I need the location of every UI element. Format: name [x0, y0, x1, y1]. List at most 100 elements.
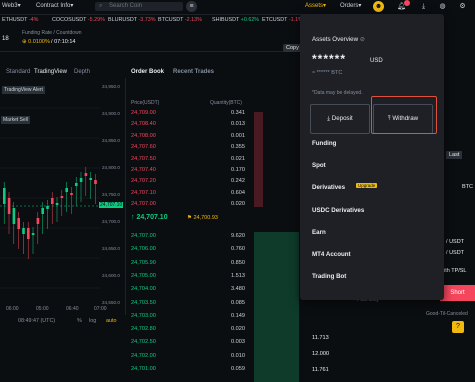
tab-standard[interactable]: Standard — [6, 69, 30, 75]
notification-badge — [404, 0, 410, 6]
percent-toggle[interactable]: % — [77, 318, 82, 324]
contract-info-menu[interactable]: Contract Info▾ — [36, 2, 73, 9]
candle-body — [17, 218, 20, 229]
settings-icon[interactable]: ⚙ — [457, 1, 468, 12]
bid-price: 24,707.00 — [131, 233, 156, 239]
menu-earn[interactable]: Earn — [312, 229, 326, 236]
menu-derivatives[interactable]: Derivatives — [312, 184, 345, 191]
bid-row[interactable]: 24,701.00 0.059 — [127, 365, 249, 374]
candle-body — [89, 178, 92, 180]
bid-price: 24,702.00 — [131, 352, 156, 359]
globe-icon[interactable]: ◍ — [437, 1, 448, 12]
bid-qty: 0.760 — [231, 246, 245, 253]
ask-row[interactable]: 24,707.40 0.170 — [127, 166, 249, 175]
ask-qty: 0.013 — [231, 121, 245, 128]
ticker-item[interactable]: ETCUSDT -1.1% — [262, 17, 303, 23]
trade-value: 11.761 — [312, 367, 329, 373]
bid-depth-bar — [254, 232, 299, 382]
help-icon[interactable]: ? — [452, 321, 464, 333]
assets-overview-panel: Assets Overview ⊘ ****** USD ≈ ****** BT… — [300, 14, 444, 300]
tp-field[interactable]: / USDT — [446, 239, 464, 245]
auto-toggle[interactable]: auto — [106, 318, 117, 324]
ticker-item[interactable]: BLURUSDT -3.73% — [108, 17, 156, 23]
time-in-force[interactable]: Good-Til-Canceled — [426, 311, 468, 317]
announcement-icon[interactable]: ≡ — [186, 1, 197, 12]
log-toggle[interactable]: log — [89, 318, 96, 324]
orders-menu[interactable]: Orders▾ — [340, 2, 361, 9]
ask-row[interactable]: 24,708.00 0.001 — [127, 132, 249, 141]
bid-row[interactable]: 24,707.00 9.620 — [127, 232, 249, 241]
candle-body — [46, 206, 49, 209]
menu-funding[interactable]: Funding — [312, 140, 336, 147]
bid-row[interactable]: 24,706.00 0.760 — [127, 245, 249, 254]
ticker-item[interactable]: COCOSUSDT -5.29% — [52, 17, 105, 23]
bid-qty: 0.010 — [231, 352, 245, 359]
order-book: Order Book Recent Trades Price(USDT) Qua… — [127, 67, 250, 372]
bid-row[interactable]: 24,705.90 0.850 — [127, 259, 249, 268]
price-tick: 24,800.0 — [102, 165, 120, 170]
ask-row[interactable]: 24,707.60 0.355 — [127, 143, 249, 152]
menu-usdc-derivatives[interactable]: USDC Derivatives — [312, 207, 364, 214]
bid-row[interactable]: 24,703.00 0.149 — [127, 312, 249, 321]
bid-row[interactable]: 24,702.80 0.020 — [127, 325, 249, 334]
ask-row[interactable]: 24,709.00 0.341 — [127, 109, 249, 118]
bid-qty: 0.850 — [231, 259, 245, 266]
chart-area[interactable]: TradingView Alert Market Sell 24,950.0 24… — [0, 78, 126, 318]
ask-price: 24,707.10 — [131, 189, 156, 196]
bid-row[interactable]: 24,703.50 0.085 — [127, 299, 249, 308]
ticker-item[interactable]: ETHUSDT -4% — [2, 17, 38, 23]
search-input[interactable]: ⌕ Search Coin — [95, 2, 183, 11]
sl-field[interactable]: / USDT — [446, 250, 464, 256]
avatar[interactable]: ☻ — [373, 1, 384, 12]
bid-price: 24,702.80 — [131, 326, 156, 333]
assets-menu[interactable]: Assets▾ — [305, 2, 326, 9]
time-tick: 06:40 — [66, 306, 79, 312]
ask-qty: 0.020 — [231, 201, 245, 208]
deposit-button[interactable]: ⤓ Deposit — [310, 104, 370, 134]
ask-qty: 0.341 — [231, 110, 245, 116]
candle-body — [12, 208, 16, 224]
bid-row[interactable]: 24,702.00 0.010 — [127, 352, 249, 361]
tab-recent-trades[interactable]: Recent Trades — [173, 69, 214, 75]
balance-masked: ****** — [312, 52, 347, 66]
short-button[interactable]: Short — [440, 285, 475, 301]
tab-depth[interactable]: Depth — [74, 69, 90, 75]
ask-price: 24,707.60 — [131, 144, 156, 151]
bid-row[interactable]: 24,705.00 1.513 — [127, 272, 249, 281]
last-button[interactable]: Last — [446, 151, 463, 159]
bid-qty: 0.003 — [231, 339, 245, 346]
bid-price: 24,701.00 — [131, 366, 156, 372]
ticker-item[interactable]: BTCUSDT -2.13% — [158, 17, 202, 23]
web3-menu[interactable]: Web3▾ — [2, 2, 21, 9]
mid-price: ↑ 24,707.10 — [131, 214, 168, 221]
pair-header: 18 Funding Rate / Countdown ⊕ 0.0100% / … — [0, 26, 330, 52]
ask-row[interactable]: 24,707.10 0.604 — [127, 189, 249, 198]
candle-body — [79, 178, 83, 182]
bid-qty: 0.149 — [231, 312, 245, 319]
bid-row[interactable]: 24,702.50 0.003 — [127, 338, 249, 347]
ask-row[interactable]: 24,707.20 0.242 — [127, 177, 249, 186]
clock: 08:49:47 (UTC) — [18, 318, 56, 324]
ask-row[interactable]: 24,707.00 0.020 — [127, 200, 249, 209]
upgrade-badge: Upgrade — [356, 183, 378, 188]
download-icon[interactable]: ⤓ — [418, 1, 429, 12]
ask-row[interactable]: 24,708.40 0.013 — [127, 120, 249, 129]
ask-row[interactable]: 24,707.50 0.021 — [127, 155, 249, 164]
tab-tradingview[interactable]: TradingView — [34, 69, 67, 75]
candle-body — [84, 173, 88, 176]
tab-order-book[interactable]: Order Book — [131, 69, 164, 75]
bid-row[interactable]: 24,704.00 3.480 — [127, 285, 249, 294]
time-tick: 07:00 — [94, 306, 107, 312]
ticker-item[interactable]: SHIBUSDT +0.62% — [212, 17, 259, 23]
tv-alert-button[interactable]: TradingView Alert — [2, 86, 45, 94]
menu-mt4-account[interactable]: MT4 Account — [312, 251, 351, 258]
candle-body — [3, 188, 6, 204]
current-price-label: 24,707.10 — [99, 202, 124, 208]
ask-qty: 0.170 — [231, 167, 245, 173]
menu-spot[interactable]: Spot — [312, 162, 326, 169]
candle-body — [75, 183, 78, 186]
menu-trading-bot[interactable]: Trading Bot — [312, 273, 346, 280]
ask-qty: 0.242 — [231, 178, 245, 185]
bid-price: 24,703.00 — [131, 312, 156, 319]
candle-body — [36, 218, 40, 224]
